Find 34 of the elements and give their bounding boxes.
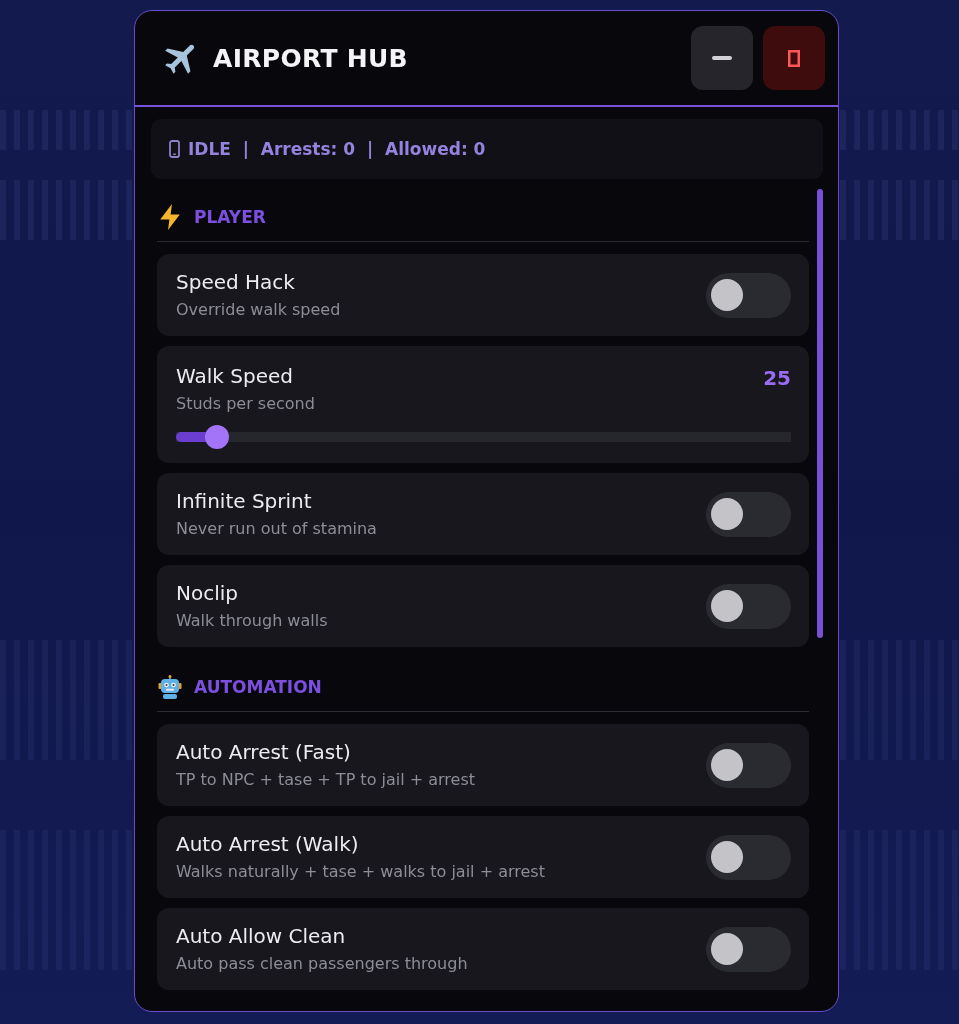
setting-label: Auto Arrest (Walk) <box>176 832 359 856</box>
toggle-switch[interactable] <box>706 272 791 318</box>
toggle-switch[interactable] <box>706 926 791 972</box>
window-title: AIRPORT HUB <box>213 43 408 73</box>
setting-description: Override walk speed <box>176 300 341 320</box>
setting-label: Noclip <box>176 581 238 605</box>
setting-label: Speed Hack <box>176 270 295 294</box>
lightning-icon <box>158 204 182 230</box>
toggle-switch[interactable] <box>706 491 791 537</box>
scrollbar-thumb[interactable] <box>817 189 823 638</box>
dash-icon <box>711 56 733 60</box>
setting-label: Auto Arrest (Fast) <box>176 740 351 764</box>
robot-icon <box>158 674 182 700</box>
setting-label: Auto Allow Clean <box>176 924 346 948</box>
rectangle-icon <box>788 49 800 67</box>
minimize-button[interactable] <box>691 26 753 90</box>
toggle-switch[interactable] <box>706 742 791 788</box>
setting-label: Walk Speed <box>176 364 293 388</box>
status-text: IDLE | Arrests: 0 | Allowed: 0 <box>188 139 486 159</box>
slider-value: 25 <box>763 366 791 390</box>
setting-description: Studs per second <box>176 394 315 414</box>
setting-description: Auto pass clean passengers through <box>176 954 468 974</box>
setting-description: Never run out of stamina <box>176 519 377 539</box>
close-button[interactable] <box>763 26 825 90</box>
toggle-switch[interactable] <box>706 583 791 629</box>
section-title: AUTOMATION <box>194 677 322 697</box>
slider-thumb[interactable] <box>204 425 229 449</box>
phone-icon <box>169 140 180 158</box>
toggle-switch[interactable] <box>706 834 791 880</box>
section-title: PLAYER <box>194 207 266 227</box>
setting-description: Walks naturally + tase + walks to jail + arrest <box>176 862 545 882</box>
setting-description: TP to NPC + tase + TP to jail + arrest <box>176 770 475 790</box>
setting-description: Walk through walls <box>176 611 328 631</box>
setting-label: Infinite Sprint <box>176 489 312 513</box>
